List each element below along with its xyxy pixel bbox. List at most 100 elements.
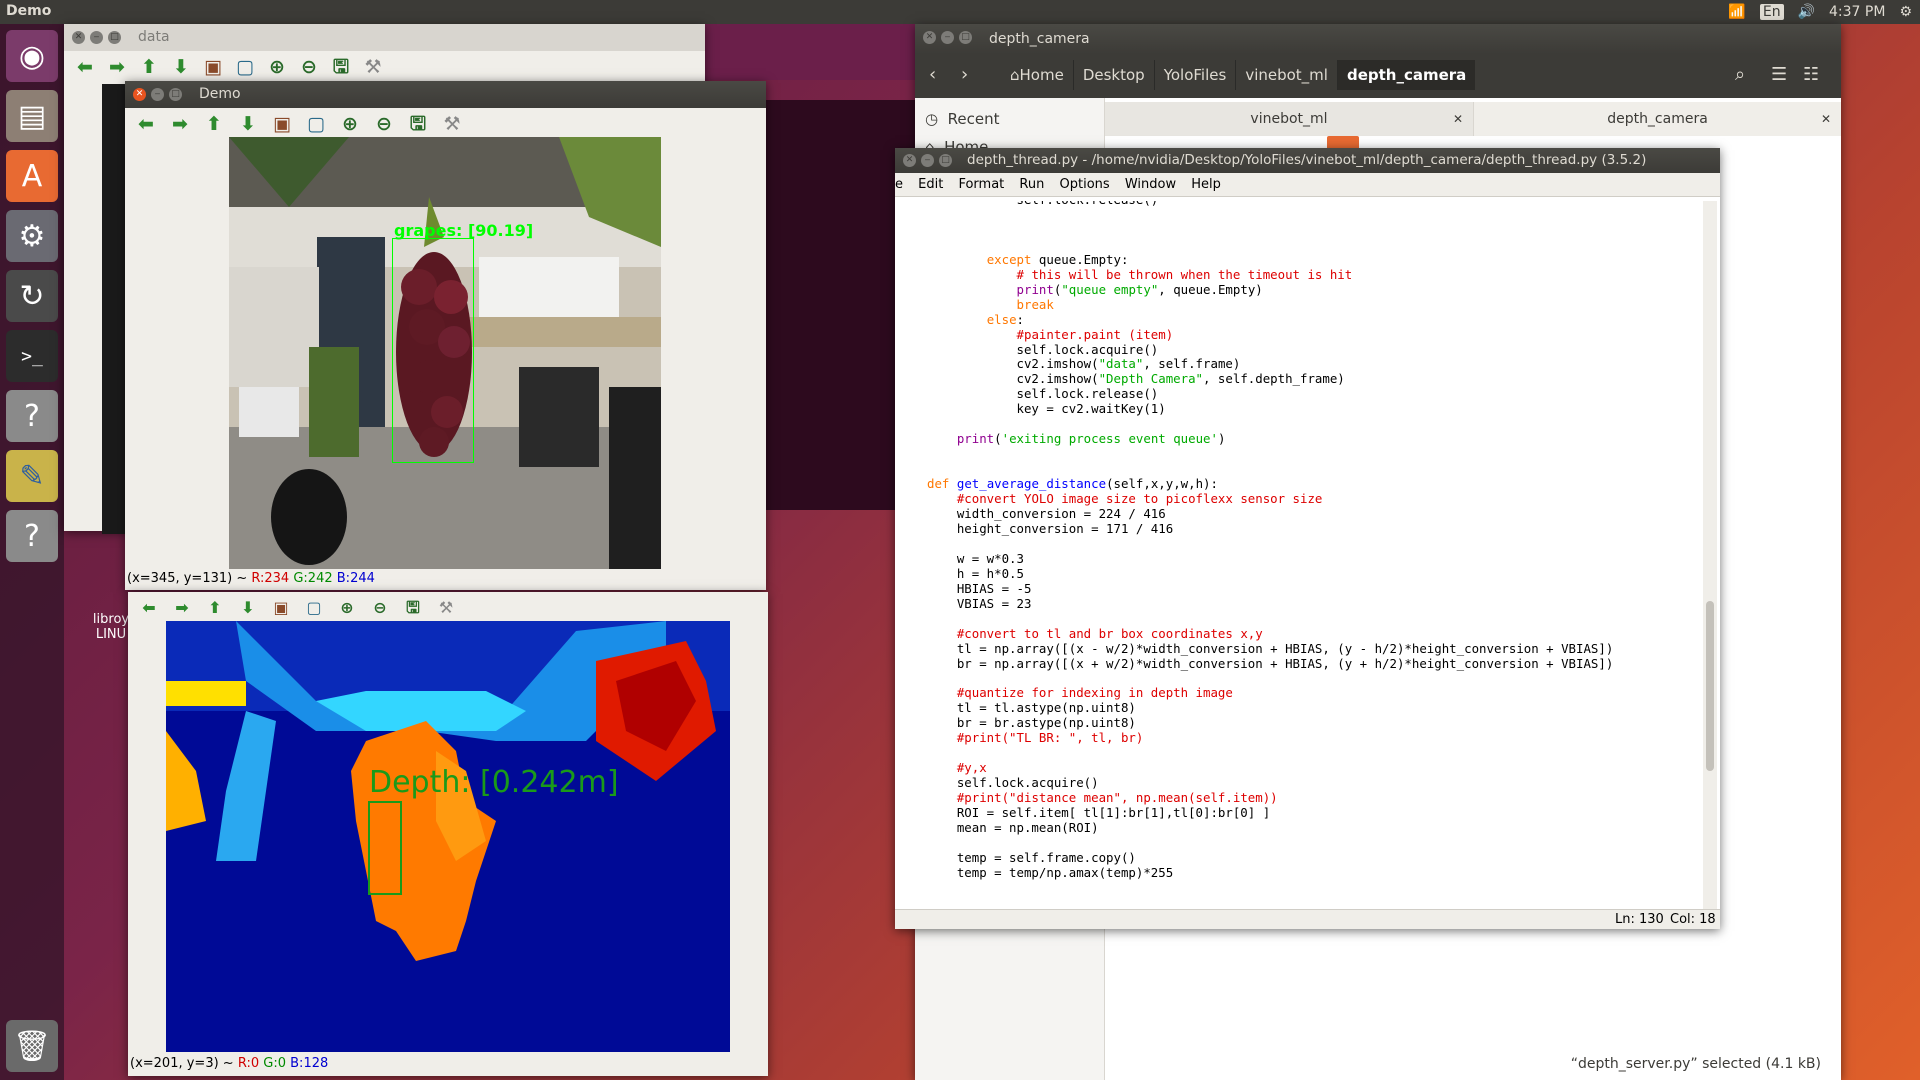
close-icon[interactable]: ✕: [133, 88, 146, 101]
pan-left-icon[interactable]: ⬅: [135, 113, 157, 135]
menu-help[interactable]: Help: [1191, 177, 1221, 192]
breadcrumb: ⌂Home Desktop YoloFiles vinebot_ml depth…: [1001, 60, 1476, 90]
menu-window[interactable]: Window: [1125, 177, 1176, 192]
forward-icon[interactable]: ›: [961, 64, 968, 85]
scrollbar-thumb[interactable]: [1706, 601, 1714, 771]
pan-left-icon[interactable]: ⬅: [74, 56, 96, 78]
pan-down-icon[interactable]: ⬇: [170, 56, 192, 78]
files-icon[interactable]: ▤: [6, 90, 58, 142]
demo-window: ✕ ‒ □ Demo ⬅ ➡ ⬆ ⬇ ▣ ▢ ⊕ ⊖ 🖫 ⚒ grapes: […: [125, 81, 766, 590]
software-center-icon[interactable]: A: [6, 150, 58, 202]
zoom-out-icon[interactable]: ⊖: [369, 597, 391, 619]
wifi-icon[interactable]: 📶: [1728, 4, 1745, 20]
pan-up-icon[interactable]: ⬆: [204, 597, 226, 619]
pan-down-icon[interactable]: ⬇: [237, 113, 259, 135]
close-icon[interactable]: ✕: [903, 154, 916, 167]
minimize-icon[interactable]: ‒: [90, 31, 103, 44]
zoom-in-icon[interactable]: ⊕: [339, 113, 361, 135]
pan-left-icon[interactable]: ⬅: [138, 597, 160, 619]
idle-titlebar[interactable]: ✕ ‒ □ depth_thread.py - /home/nvidia/Deskt…: [895, 148, 1720, 173]
pixel-coords: (x=201, y=3) ~: [130, 1056, 238, 1071]
top-panel: Demo 📶 En 🔊 4:37 PM ⚙: [0, 0, 1920, 24]
terminal-icon[interactable]: >_: [6, 330, 58, 382]
software-updater-icon[interactable]: ↻: [6, 270, 58, 322]
breadcrumb-yolofiles[interactable]: YoloFiles: [1153, 60, 1236, 90]
demo-window-titlebar[interactable]: ✕ ‒ □ Demo: [125, 81, 766, 108]
close-icon[interactable]: ✕: [72, 31, 85, 44]
volume-icon[interactable]: 🔊: [1798, 4, 1815, 20]
menu-options[interactable]: Options: [1060, 177, 1110, 192]
minimize-icon[interactable]: ‒: [151, 88, 164, 101]
depth-status-bar: (x=201, y=3) ~ R:0 G:0 B:128: [128, 1056, 768, 1074]
zoom-fit-icon[interactable]: ▣: [271, 113, 293, 135]
properties-icon[interactable]: ⚒: [441, 113, 463, 135]
sidebar-item-recent[interactable]: ◷ Recent: [925, 110, 999, 128]
save-icon[interactable]: 🖫: [402, 597, 424, 619]
unknown-app-2-icon[interactable]: ?: [6, 510, 58, 562]
zoom-region-icon[interactable]: ▢: [303, 597, 325, 619]
window-title: Demo: [199, 86, 241, 102]
menu-format[interactable]: Format: [958, 177, 1004, 192]
zoom-in-icon[interactable]: ⊕: [266, 56, 288, 78]
power-gear-icon[interactable]: ⚙: [1899, 4, 1912, 20]
ubuntu-dash-icon[interactable]: ◉: [6, 30, 58, 82]
zoom-fit-icon[interactable]: ▣: [270, 597, 292, 619]
search-icon[interactable]: ⌕: [1735, 64, 1745, 85]
depth-label: Depth: [0.242m]: [369, 765, 619, 800]
pan-right-icon[interactable]: ➡: [169, 113, 191, 135]
line-number: Ln: 130: [1615, 912, 1664, 927]
vertical-scrollbar[interactable]: [1703, 201, 1717, 909]
depth-image: Depth: [0.242m]: [166, 621, 730, 1052]
code-editor[interactable]: self.lock.release() except queue.Empty: …: [895, 201, 1703, 909]
file-manager-titlebar[interactable]: ✕ ‒ □ depth_camera: [915, 24, 1841, 54]
list-view-icon[interactable]: ☰: [1771, 64, 1787, 85]
menu-file[interactable]: e: [895, 177, 903, 192]
pan-up-icon[interactable]: ⬆: [203, 113, 225, 135]
close-icon[interactable]: ✕: [1821, 102, 1831, 136]
system-settings-icon[interactable]: ⚙: [6, 210, 58, 262]
zoom-region-icon[interactable]: ▢: [305, 113, 327, 135]
pan-right-icon[interactable]: ➡: [171, 597, 193, 619]
tab-vinebot-ml[interactable]: vinebot_ml ✕: [1105, 102, 1473, 136]
breadcrumb-depth-camera[interactable]: depth_camera: [1336, 60, 1476, 90]
pan-down-icon[interactable]: ⬇: [237, 597, 259, 619]
python-idle-icon[interactable]: ✎: [6, 450, 58, 502]
menu-run[interactable]: Run: [1019, 177, 1044, 192]
tab-depth-camera[interactable]: depth_camera ✕: [1473, 102, 1841, 136]
minimize-icon[interactable]: ‒: [921, 154, 934, 167]
zoom-in-icon[interactable]: ⊕: [336, 597, 358, 619]
data-toolbar: ⬅ ➡ ⬆ ⬇ ▣ ▢ ⊕ ⊖ 🖫 ⚒: [64, 51, 705, 83]
save-icon[interactable]: 🖫: [330, 56, 352, 78]
maximize-icon[interactable]: □: [939, 154, 952, 167]
zoom-region-icon[interactable]: ▢: [234, 56, 256, 78]
keyboard-layout-indicator[interactable]: En: [1759, 4, 1784, 20]
zoom-fit-icon[interactable]: ▣: [202, 56, 224, 78]
detection-box: [392, 238, 474, 463]
unknown-app-icon[interactable]: ?: [6, 390, 58, 442]
pan-up-icon[interactable]: ⬆: [138, 56, 160, 78]
close-icon[interactable]: ✕: [1453, 102, 1463, 136]
maximize-icon[interactable]: □: [959, 31, 972, 44]
grid-view-icon[interactable]: ☷: [1803, 64, 1819, 85]
properties-icon[interactable]: ⚒: [362, 56, 384, 78]
save-icon[interactable]: 🖫: [407, 113, 429, 135]
data-window-titlebar[interactable]: ✕ ‒ □ data: [64, 24, 705, 51]
zoom-out-icon[interactable]: ⊖: [373, 113, 395, 135]
pan-right-icon[interactable]: ➡: [106, 56, 128, 78]
maximize-icon[interactable]: □: [169, 88, 182, 101]
clock[interactable]: 4:37 PM: [1829, 4, 1885, 20]
zoom-out-icon[interactable]: ⊖: [298, 56, 320, 78]
breadcrumb-vinebot-ml[interactable]: vinebot_ml: [1235, 60, 1337, 90]
minimize-icon[interactable]: ‒: [941, 31, 954, 44]
maximize-icon[interactable]: □: [108, 31, 121, 44]
breadcrumb-home[interactable]: ⌂Home: [1001, 60, 1073, 90]
desktop-shadow-area: [765, 100, 915, 510]
properties-icon[interactable]: ⚒: [435, 597, 457, 619]
idle-editor-window: ✕ ‒ □ depth_thread.py - /home/nvidia/Deskt…: [895, 148, 1720, 929]
tab-label: vinebot_ml: [1250, 111, 1328, 127]
menu-edit[interactable]: Edit: [918, 177, 943, 192]
back-icon[interactable]: ‹: [929, 64, 936, 85]
trash-icon[interactable]: 🗑: [6, 1020, 58, 1072]
close-icon[interactable]: ✕: [923, 31, 936, 44]
breadcrumb-desktop[interactable]: Desktop: [1072, 60, 1154, 90]
